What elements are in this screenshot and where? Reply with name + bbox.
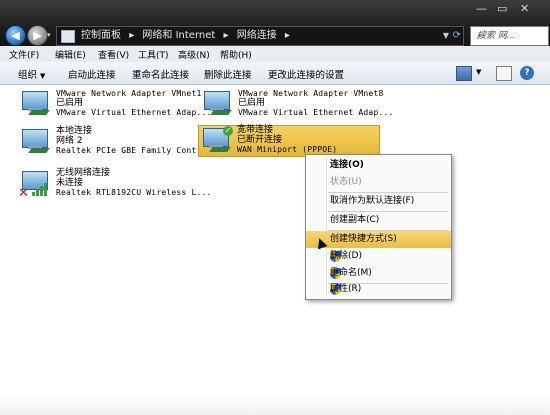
menu-item-label: 状态(U)	[330, 177, 362, 187]
preview-pane-icon[interactable]	[496, 66, 512, 81]
wireless-adapter-icon: ✕	[18, 169, 52, 201]
network-adapter-icon	[18, 89, 52, 119]
help-icon[interactable]: ?	[520, 66, 534, 80]
back-button[interactable]: ◀	[5, 25, 26, 46]
connection-status: 已启用	[238, 97, 266, 108]
menu-item-create-copy[interactable]: 创建副本(C)	[306, 212, 451, 229]
address-bar[interactable]: 控制面板 ▸ 网络和 Internet ▸ 网络连接 ▸ ▼ ⟳	[56, 26, 464, 46]
start-connection-button[interactable]: 启动此连接	[68, 67, 116, 81]
menu-bar: 文件(F) 编辑(E) 查看(V) 工具(T) 高级(N) 帮助(H)	[0, 46, 550, 63]
menu-view[interactable]: 查看(V)	[98, 48, 129, 61]
breadcrumb-separator: ▸	[284, 30, 290, 41]
menu-advanced[interactable]: 高级(N)	[178, 48, 210, 61]
menu-file[interactable]: 文件(F)	[9, 48, 39, 61]
disconnected-x-icon: ✕	[18, 186, 29, 201]
connection-status: 未连接	[56, 177, 84, 188]
breadcrumb-separator: ▸	[223, 30, 229, 41]
menu-item-rename[interactable]: 重命名(M)	[306, 265, 451, 282]
organize-button[interactable]: 组织 ▼	[18, 67, 45, 81]
minimize-button[interactable]: —	[476, 2, 487, 15]
context-menu: 连接(O) 状态(U) 取消作为默认连接(F) 创建副本(C) 创建快捷方式(S…	[305, 154, 452, 300]
breadcrumb-control-panel[interactable]: 控制面板	[81, 30, 121, 41]
view-dropdown-icon[interactable]: ▼	[476, 68, 481, 76]
connection-status: 已断开连接	[237, 134, 283, 145]
delete-connection-button[interactable]: 删除此连接	[204, 67, 252, 81]
connection-device: VMware Virtual Ethernet Adap...	[238, 108, 394, 117]
breadcrumb-separator: ▸	[129, 30, 135, 41]
menu-item-label: 连接(O)	[330, 160, 364, 170]
menu-item-label: 创建快捷方式(S)	[330, 234, 397, 244]
network-adapter-icon	[18, 127, 52, 157]
menu-item-properties[interactable]: 属性(R)	[306, 281, 451, 298]
chevron-down-icon: ▼	[40, 72, 46, 80]
menu-item-label: 重命名(M)	[330, 268, 372, 278]
search-icon[interactable]: ⌕	[477, 27, 545, 45]
connection-device: Realtek RTL8192CU Wireless L...	[56, 188, 212, 197]
connection-device: VMware Virtual Ethernet Adap...	[56, 108, 212, 117]
rename-connection-button[interactable]: 重命名此连接	[132, 67, 189, 81]
change-settings-button[interactable]: 更改此连接的设置	[268, 67, 344, 81]
signal-bars-icon	[32, 183, 48, 196]
network-adapter-icon	[200, 89, 234, 119]
connection-item-local[interactable]: 本地连接 网络 2 Realtek PCIe GBE Family Cont..…	[18, 126, 211, 157]
close-button[interactable]: ✕	[520, 2, 529, 15]
address-dropdown-icon[interactable]: ▼	[443, 27, 449, 45]
menu-item-label: 删除(D)	[330, 251, 362, 261]
search-box[interactable]: 搜索 网... ⌕	[470, 26, 549, 46]
menu-item-status: 状态(U)	[306, 174, 451, 191]
menu-help[interactable]: 帮助(H)	[220, 48, 252, 61]
breadcrumb-network-connections[interactable]: 网络连接	[237, 30, 277, 41]
forward-button[interactable]: ▶	[27, 25, 48, 46]
window-bottom-edge	[0, 395, 550, 415]
connections-list: VMware Network Adapter VMnet1 已启用 VMware…	[0, 85, 550, 415]
maximize-button[interactable]: ▭	[497, 2, 507, 15]
control-panel-icon	[61, 30, 75, 43]
organize-label: 组织	[18, 70, 38, 81]
menu-item-label: 取消作为默认连接(F)	[330, 196, 415, 206]
breadcrumb[interactable]: 控制面板 ▸ 网络和 Internet ▸ 网络连接 ▸	[81, 27, 295, 45]
title-bar: — ▭ ✕ ◀ ▶ ▾ 控制面板 ▸ 网络和 Internet ▸ 网络连接 ▸…	[0, 0, 550, 46]
menu-item-connect[interactable]: 连接(O)	[306, 157, 451, 174]
menu-item-label: 创建副本(C)	[330, 215, 380, 225]
view-options-icon[interactable]	[456, 66, 472, 81]
connection-item-wireless[interactable]: ✕ 无线网络连接 未连接 Realtek RTL8192CU Wireless …	[18, 168, 211, 201]
history-dropdown-icon[interactable]: ▾	[47, 31, 51, 39]
connection-item-vmnet8[interactable]: VMware Network Adapter VMnet8 已启用 VMware…	[200, 89, 393, 119]
menu-item-delete[interactable]: 删除(D)	[306, 248, 451, 265]
menu-item-create-shortcut[interactable]: 创建快捷方式(S)	[306, 231, 451, 248]
default-check-icon: ✓	[223, 126, 233, 136]
breadcrumb-network-internet[interactable]: 网络和 Internet	[142, 30, 215, 41]
connection-device: Realtek PCIe GBE Family Cont...	[56, 146, 212, 155]
broadband-connection-icon: ✓	[199, 126, 233, 156]
menu-item-cancel-default[interactable]: 取消作为默认连接(F)	[306, 193, 451, 210]
connection-item-broadband[interactable]: ✓ 宽带连接 已断开连接 WAN Miniport (PPPOE)	[198, 125, 380, 157]
connection-status: 网络 2	[56, 135, 83, 146]
command-bar: 组织 ▼ 启动此连接 重命名此连接 删除此连接 更改此连接的设置 ▼ ?	[0, 62, 550, 85]
refresh-icon[interactable]: ⟳	[453, 27, 461, 45]
connection-status: 已启用	[56, 97, 84, 108]
menu-tools[interactable]: 工具(T)	[138, 48, 169, 61]
connection-item-vmnet1[interactable]: VMware Network Adapter VMnet1 已启用 VMware…	[18, 89, 211, 119]
menu-edit[interactable]: 编辑(E)	[55, 48, 86, 61]
menu-item-label: 属性(R)	[330, 284, 362, 294]
